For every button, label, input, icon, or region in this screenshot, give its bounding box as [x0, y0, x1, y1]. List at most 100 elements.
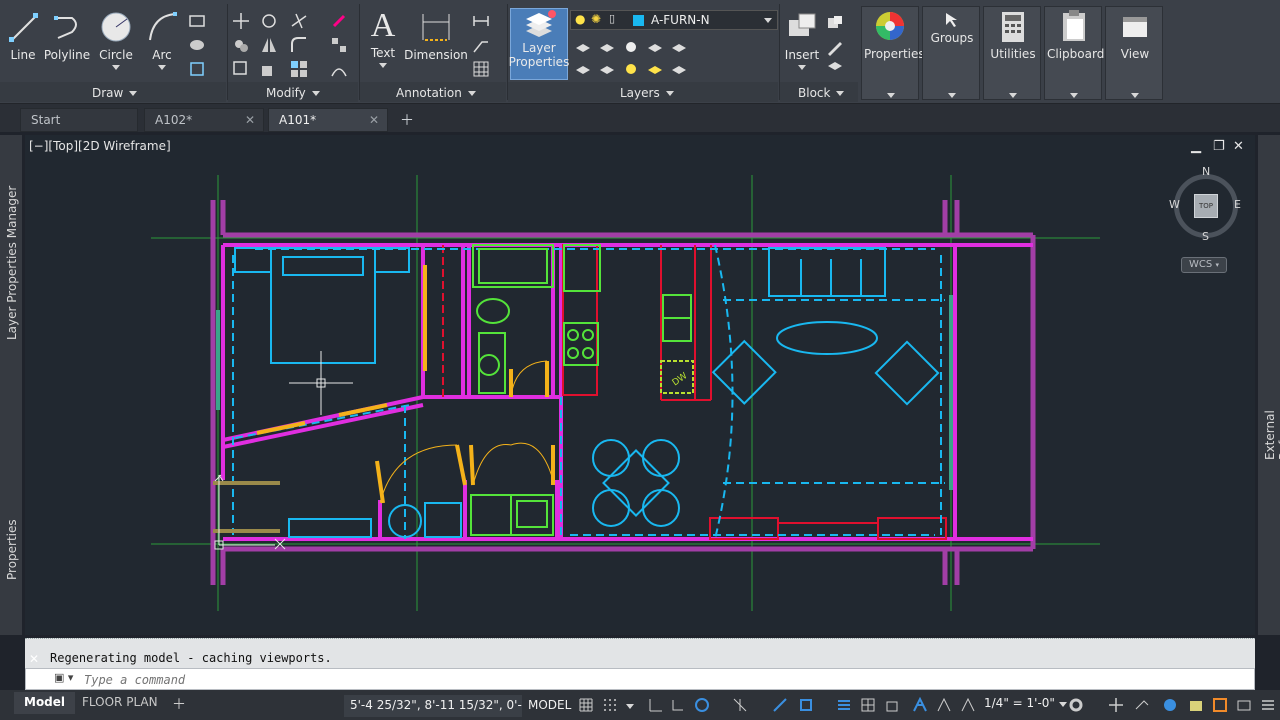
layout-tab-floor-plan[interactable]: FLOOR PLAN — [72, 692, 168, 714]
fillet-icon[interactable] — [290, 36, 308, 54]
model-space-toggle[interactable]: MODEL — [522, 695, 578, 717]
utilities-tile[interactable]: Utilities — [983, 6, 1041, 100]
annotation-visibility-icon[interactable] — [912, 697, 928, 713]
isolate-objects-icon[interactable] — [1162, 697, 1178, 713]
viewcube[interactable]: TOP N S E W — [1169, 165, 1241, 243]
close-command-line-icon[interactable]: ✕ — [29, 652, 43, 666]
linear-dim-icon[interactable] — [472, 12, 490, 30]
properties-tile[interactable]: Properties — [861, 6, 925, 100]
tab-a102[interactable]: A102* ✕ — [144, 108, 264, 132]
line-button[interactable]: Line — [6, 10, 40, 62]
rect-array-icon[interactable] — [290, 60, 308, 78]
object-snap-icon[interactable] — [798, 697, 814, 713]
insert-button[interactable]: Insert — [784, 10, 820, 70]
viewcube-west[interactable]: W — [1169, 198, 1180, 211]
add-layout-icon[interactable]: ＋ — [172, 694, 186, 714]
erase-icon[interactable] — [330, 12, 348, 30]
layer-tool-4-icon[interactable] — [646, 38, 664, 56]
view-tile[interactable]: View — [1105, 6, 1163, 100]
layer-tool-8-icon[interactable] — [622, 60, 640, 78]
close-tab-icon[interactable]: ✕ — [245, 113, 255, 127]
mirror-icon[interactable] — [260, 36, 278, 54]
new-tab-plus-icon[interactable]: ＋ — [400, 110, 414, 130]
transparency-icon[interactable] — [860, 697, 876, 713]
arc-button[interactable]: Arc — [144, 10, 180, 70]
annotation-monitor-icon[interactable] — [1108, 697, 1124, 713]
graphics-performance-icon[interactable] — [1188, 697, 1204, 713]
polar-tracking-icon[interactable] — [694, 697, 710, 713]
create-block-icon[interactable] — [826, 14, 844, 32]
leader-icon[interactable] — [472, 36, 490, 54]
dimension-button[interactable]: Dimension — [404, 10, 468, 62]
trim-icon[interactable] — [290, 12, 308, 30]
tab-a101[interactable]: A101* ✕ — [268, 108, 388, 132]
clean-screen-icon[interactable] — [1212, 697, 1228, 713]
tab-start[interactable]: Start — [20, 108, 138, 132]
text-button[interactable]: A Text — [364, 8, 402, 68]
layer-tool-2-icon[interactable] — [598, 38, 616, 56]
autoscale-icon[interactable] — [936, 697, 952, 713]
rotate-icon[interactable] — [260, 12, 278, 30]
polyline-button[interactable]: Polyline — [44, 10, 90, 62]
grid-display-icon[interactable] — [578, 697, 594, 713]
properties-palette[interactable]: Properties — [5, 420, 19, 580]
coordinates-readout[interactable]: 5'-4 25/32", 8'-11 15/32", 0'-0" — [344, 695, 541, 717]
array-icon[interactable] — [330, 36, 348, 54]
external-references-palette[interactable]: External References — [1263, 360, 1280, 460]
ortho-mode-icon[interactable] — [670, 697, 686, 713]
groups-tile[interactable]: Groups — [922, 6, 980, 100]
command-line[interactable]: ▣ ▾ — [25, 668, 1255, 690]
snap-mode-icon[interactable] — [602, 697, 618, 713]
annotation-panel-label[interactable]: Annotation — [396, 86, 476, 100]
fullscreen-icon[interactable] — [1236, 697, 1252, 713]
table-icon[interactable] — [472, 60, 490, 78]
units-icon[interactable] — [1134, 697, 1150, 713]
layer-tool-1-icon[interactable] — [574, 38, 592, 56]
hatch-icon[interactable] — [188, 36, 206, 54]
layer-properties-button[interactable]: Layer Properties — [509, 8, 569, 80]
modify-panel-label[interactable]: Modify — [266, 86, 320, 100]
isodraft-icon[interactable] — [732, 697, 748, 713]
layer-tool-9-icon[interactable] — [646, 60, 664, 78]
layer-tool-10-icon[interactable] — [670, 60, 688, 78]
boundary-icon[interactable] — [188, 60, 206, 78]
annotation-scale-icon[interactable] — [960, 697, 976, 713]
rectangle-icon[interactable] — [188, 12, 206, 30]
layer-tool-5-icon[interactable] — [670, 38, 688, 56]
viewcube-north[interactable]: N — [1202, 165, 1210, 178]
block-attribute-icon[interactable] — [826, 60, 844, 78]
customization-menu-icon[interactable] — [1260, 697, 1276, 713]
drawing-canvas[interactable]: [−][Top][2D Wireframe] ▁ ❐ ✕ DW TOP N S … — [25, 135, 1255, 635]
command-prompt-icon[interactable]: ▣ ▾ — [54, 671, 73, 684]
command-input[interactable] — [84, 671, 1184, 688]
layout-tab-model[interactable]: Model — [14, 692, 76, 714]
circle-button[interactable]: Circle — [96, 10, 136, 70]
edit-block-icon[interactable] — [826, 38, 844, 56]
infer-constraints-icon[interactable] — [648, 697, 664, 713]
copy-icon[interactable] — [232, 36, 250, 54]
viewcube-south[interactable]: S — [1202, 230, 1209, 243]
move-icon[interactable] — [232, 12, 250, 30]
block-panel-label[interactable]: Block — [798, 86, 845, 100]
annotation-scale-dropdown[interactable]: 1/4" = 1'-0" — [984, 696, 1067, 710]
layer-tool-6-icon[interactable] — [574, 60, 592, 78]
layer-dropdown[interactable]: ● ✺ ▯ A-FURN-N — [570, 10, 778, 30]
stretch-icon[interactable] — [232, 60, 250, 78]
wcs-menu[interactable]: WCS ▾ — [1181, 257, 1227, 273]
lineweight-icon[interactable] — [836, 697, 852, 713]
layer-properties-manager-palette[interactable]: Layer Properties Manager — [5, 150, 19, 340]
object-snap-tracking-icon[interactable] — [772, 697, 788, 713]
layer-tool-7-icon[interactable] — [598, 60, 616, 78]
viewcube-east[interactable]: E — [1234, 198, 1241, 211]
workspace-gear-icon[interactable] — [1068, 697, 1084, 713]
close-tab-icon[interactable]: ✕ — [369, 113, 379, 127]
layer-tool-3-icon[interactable] — [622, 38, 640, 56]
offset-icon[interactable] — [330, 60, 348, 78]
viewcube-top-face[interactable]: TOP — [1194, 194, 1218, 218]
clipboard-tile[interactable]: Clipboard — [1044, 6, 1104, 100]
dimension-label: Dimension — [404, 48, 468, 62]
selection-cycling-icon[interactable] — [884, 697, 900, 713]
draw-panel-label[interactable]: Draw — [92, 86, 138, 100]
scale-icon[interactable] — [260, 60, 278, 78]
layers-panel-label[interactable]: Layers — [620, 86, 674, 100]
